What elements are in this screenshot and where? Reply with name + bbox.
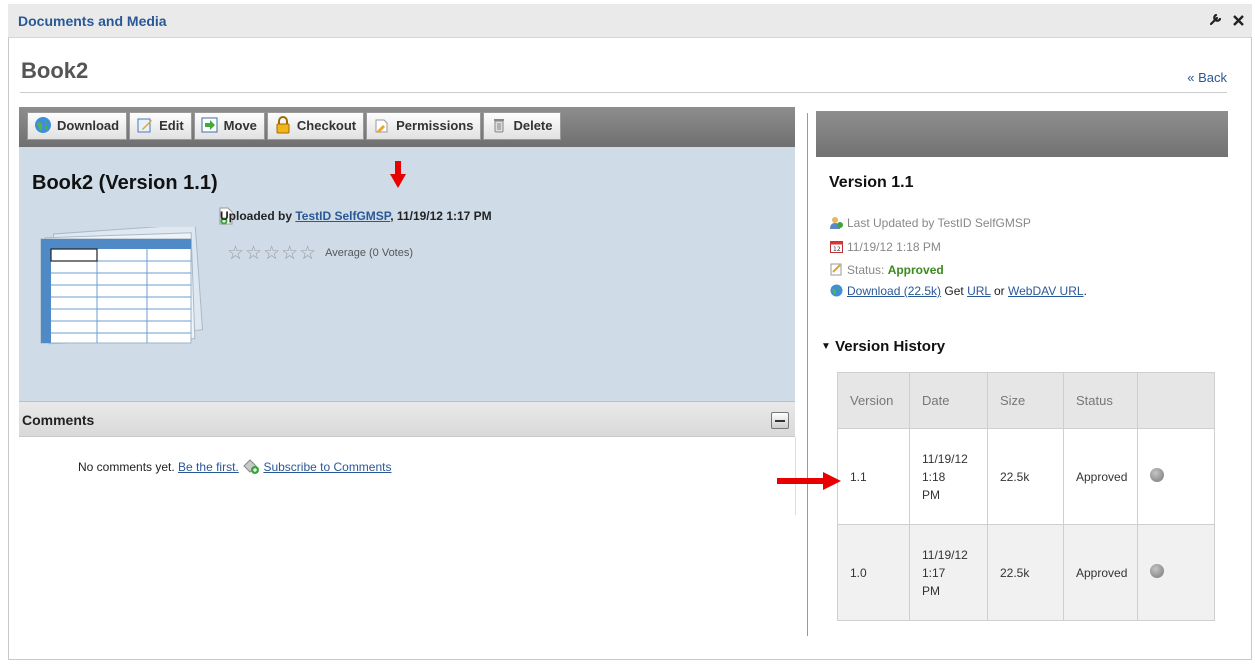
- back-link[interactable]: « Back: [1187, 70, 1227, 85]
- actions-menu-icon[interactable]: [1150, 468, 1164, 482]
- portlet-tools: [1203, 12, 1244, 30]
- last-updated: Last Updated by TestID SelfGMSP: [830, 216, 1031, 230]
- comments-header: Comments: [19, 401, 795, 437]
- user-icon: [830, 217, 843, 229]
- title-divider: [20, 92, 1227, 93]
- subscribe-icon: [243, 459, 260, 474]
- portlet-title: Documents and Media: [18, 13, 167, 29]
- cell-version: 1.0: [837, 524, 910, 621]
- cell-date: 11/19/12 1:18 PM: [909, 428, 988, 525]
- column-splitter[interactable]: [807, 113, 808, 636]
- globe-icon: [35, 117, 51, 133]
- delete-button[interactable]: Delete: [483, 112, 561, 140]
- cell-size: 22.5k: [987, 524, 1064, 621]
- cell-size: 22.5k: [987, 428, 1064, 525]
- portlet-title-bar: Documents and Media: [8, 4, 1252, 38]
- edit-button[interactable]: Edit: [129, 112, 192, 140]
- uploaded-info: Uploaded by TestID SelfGMSP, 11/19/12 1:…: [220, 209, 492, 223]
- cell-actions: [1137, 524, 1215, 621]
- actions-menu-icon[interactable]: [1150, 564, 1164, 578]
- table-row[interactable]: 1.1 11/19/12 1:18 PM 22.5k Approved: [837, 428, 1215, 525]
- status-value: Approved: [887, 263, 944, 277]
- lock-icon: [276, 116, 290, 134]
- move-icon: [201, 117, 218, 133]
- wrench-icon[interactable]: [1209, 13, 1227, 30]
- uploader-link[interactable]: TestID SelfGMSP: [295, 209, 390, 223]
- red-arrow-down-icon: [390, 161, 406, 188]
- url-link[interactable]: URL: [967, 284, 991, 298]
- updated-date: 12 11/19/12 1:18 PM: [830, 240, 941, 254]
- subscribe-comments-link[interactable]: Subscribe to Comments: [263, 460, 391, 474]
- status-line: Status: Approved: [830, 263, 944, 277]
- permissions-icon: [375, 119, 388, 133]
- trash-icon: [494, 119, 505, 133]
- webdav-url-link[interactable]: WebDAV URL: [1008, 284, 1084, 298]
- version-history-table: Version Date Size Status 1.1 11/19/12 1:…: [837, 372, 1215, 621]
- comments-title: Comments: [22, 412, 95, 428]
- cell-status: Approved: [1063, 428, 1138, 525]
- column-header-date[interactable]: Date: [909, 372, 988, 429]
- spreadsheet-thumbnail-icon: [37, 223, 205, 348]
- download-version-link[interactable]: Download (22.5k): [847, 284, 941, 298]
- red-arrow-right-icon: [777, 472, 841, 490]
- document-toolbar: Download Edit Move Checkout Permissions …: [19, 107, 795, 147]
- version-history-toggle[interactable]: ▼ Version History: [821, 338, 945, 355]
- checkout-button[interactable]: Checkout: [266, 112, 365, 140]
- column-header-size[interactable]: Size: [987, 372, 1064, 429]
- status-icon: [830, 263, 842, 276]
- document-panel: Download Edit Move Checkout Permissions …: [19, 107, 795, 407]
- star-rating-input[interactable]: ☆☆☆☆☆: [227, 243, 317, 264]
- version-heading: Book2 (Version 1.1): [32, 172, 218, 194]
- column-header-actions: [1137, 372, 1215, 429]
- permissions-button[interactable]: Permissions: [366, 112, 482, 140]
- edit-icon: [137, 118, 153, 133]
- collapse-button[interactable]: [771, 412, 789, 429]
- cell-version: 1.1: [837, 428, 910, 525]
- calendar-icon: 12: [830, 241, 843, 253]
- svg-text:12: 12: [833, 246, 841, 253]
- cell-date: 11/19/12 1:17 PM: [909, 524, 988, 621]
- move-button[interactable]: Move: [193, 112, 265, 140]
- globe-icon: [830, 284, 843, 297]
- download-line: Download (22.5k) Get URL or WebDAV URL.: [830, 284, 1087, 298]
- download-button[interactable]: Download: [27, 112, 128, 140]
- close-icon[interactable]: [1233, 13, 1244, 30]
- rating-label: Average (0 Votes): [325, 247, 414, 259]
- page-title: Book2: [21, 58, 89, 83]
- column-header-version[interactable]: Version: [837, 372, 910, 429]
- table-row[interactable]: 1.0 11/19/12 1:17 PM 22.5k Approved: [837, 524, 1215, 621]
- cell-actions: [1137, 428, 1215, 525]
- details-header-bar: [816, 111, 1228, 157]
- be-first-link[interactable]: Be the first.: [178, 460, 239, 474]
- triangle-down-icon: ▼: [821, 341, 831, 352]
- details-version-title: Version 1.1: [829, 174, 914, 191]
- cell-status: Approved: [1063, 524, 1138, 621]
- rating: ☆☆☆☆☆ Average (0 Votes): [227, 242, 413, 265]
- column-header-status[interactable]: Status: [1063, 372, 1138, 429]
- comments-body: No comments yet. Be the first. Subscribe…: [78, 459, 392, 474]
